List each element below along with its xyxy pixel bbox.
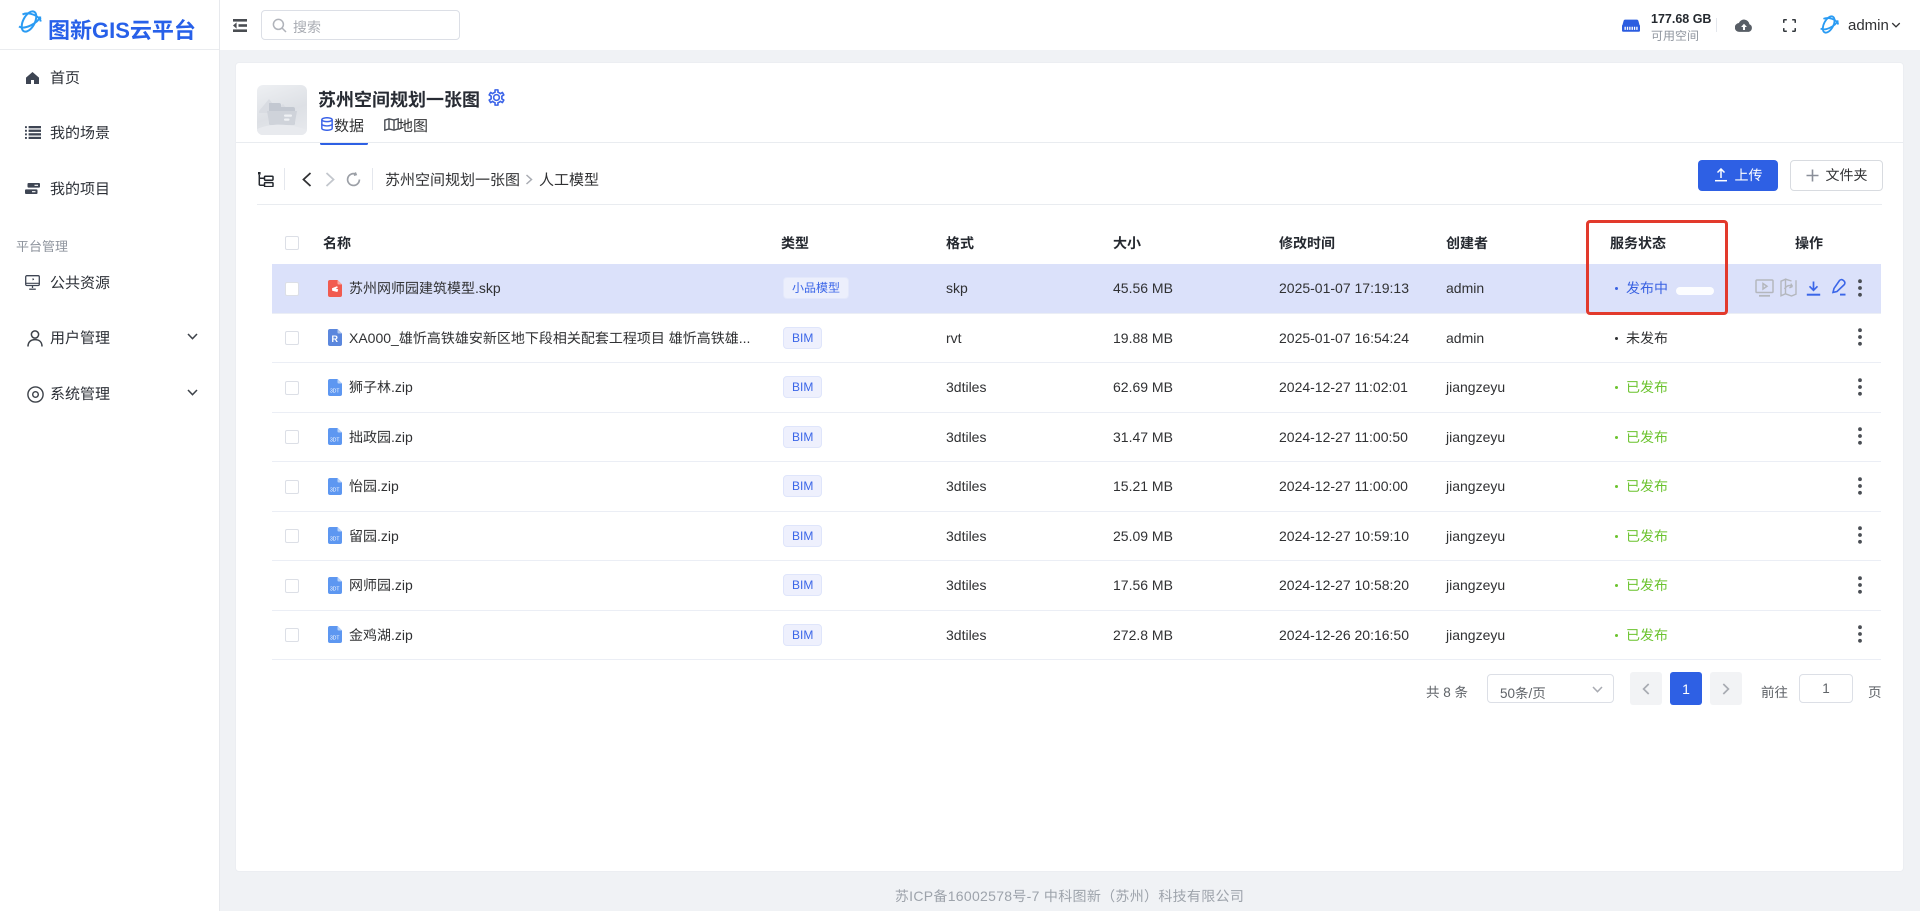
svg-text:3DT: 3DT	[330, 586, 339, 592]
svg-text:3DT: 3DT	[330, 388, 339, 394]
svg-text:3DT: 3DT	[330, 487, 339, 493]
svg-text:3DT: 3DT	[330, 438, 339, 444]
svg-text:3DT: 3DT	[330, 636, 339, 642]
svg-text:R: R	[332, 334, 339, 344]
svg-text:3DT: 3DT	[330, 537, 339, 543]
